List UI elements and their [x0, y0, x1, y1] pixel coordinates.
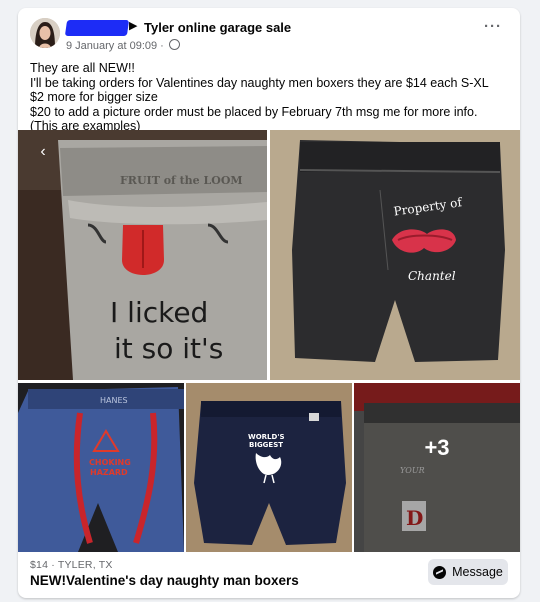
photo-1-brand: FRUIT of the LOOM [120, 174, 243, 187]
avatar[interactable] [30, 18, 60, 48]
listing-meta: $14 · TYLER, TX [30, 559, 113, 571]
photo-1[interactable]: FRUIT of the LOOM I licked it so it's ‹ [18, 130, 267, 380]
photo-5[interactable]: YOUR D +3 [354, 383, 520, 552]
photo-3-text-line1: CHOKING [89, 458, 131, 467]
previous-photo-button[interactable]: ‹ [32, 142, 54, 164]
marketplace-post-card: ▶ Tyler online garage sale 9 January at … [18, 8, 520, 598]
post-timestamp[interactable]: 9 January at 09:09 · [66, 40, 164, 52]
photo-2[interactable]: Property of Chantel [270, 130, 520, 380]
post-meta: 9 January at 09:09 · [66, 39, 180, 52]
photo-3-text-line2: HAZARD [90, 468, 128, 477]
photo-3-brand: HANES [100, 396, 128, 405]
post-header: ▶ Tyler online garage sale 9 January at … [30, 18, 508, 58]
post-line: $2 more for bigger size [30, 90, 158, 105]
photo-2-image: Property of Chantel [270, 130, 520, 380]
post-line: They are all NEW!! [30, 61, 135, 75]
photo-4[interactable]: WORLD'S BIGGEST [186, 383, 352, 552]
listing-title[interactable]: NEW!Valentine's day naughty man boxers [30, 573, 299, 588]
photo-1-text-line1: I licked [110, 296, 208, 329]
message-button[interactable]: Message [428, 559, 508, 585]
messenger-icon [433, 565, 447, 579]
photo-2-text-line2: Chantel [408, 269, 456, 283]
photo-4-text-line2: BIGGEST [249, 441, 283, 449]
photo-1-image: FRUIT of the LOOM I licked it so it's [18, 130, 267, 380]
photo-1-text-line2: it so it's [114, 332, 223, 365]
message-button-label: Message [452, 565, 503, 579]
post-line: I'll be taking orders for Valentines day… [30, 75, 489, 90]
post-body: They are all NEW!! I'll be taking orders… [30, 61, 508, 134]
group-name-link[interactable]: Tyler online garage sale [144, 20, 291, 35]
photo-4-text-line1: WORLD'S [248, 433, 285, 441]
arrow-icon: ▶ [129, 20, 138, 32]
photo-3-image: HANES CHOKING HAZARD [18, 383, 184, 552]
redacted-poster-name [64, 20, 130, 36]
photo-4-image: WORLD'S BIGGEST [186, 383, 352, 552]
globe-icon [168, 39, 180, 50]
photo-3[interactable]: HANES CHOKING HAZARD [18, 383, 184, 552]
more-options-button[interactable]: ··· [478, 18, 508, 42]
post-line: $20 to add a picture order must be place… [30, 104, 478, 119]
more-photos-overlay[interactable]: +3 [354, 383, 520, 552]
photo-grid: FRUIT of the LOOM I licked it so it's ‹ … [18, 130, 520, 552]
